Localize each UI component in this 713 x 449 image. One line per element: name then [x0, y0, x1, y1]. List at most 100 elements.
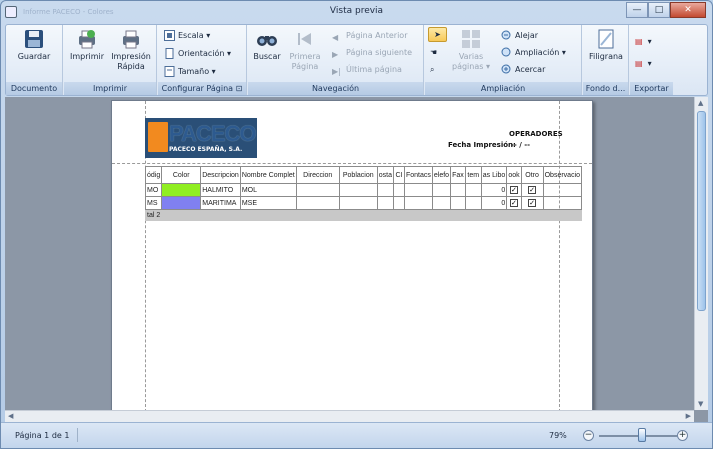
magnifier-tool-button[interactable]: ⌕	[430, 62, 434, 77]
next-page-button[interactable]: ▶ Página siguiente	[332, 45, 412, 60]
cell-nombre: MOL	[239, 183, 297, 197]
size-button[interactable]: Tamaño ▾	[164, 64, 216, 79]
quick-print-button[interactable]: Impresión Rápida	[109, 28, 153, 72]
horizontal-scrollbar[interactable]: ◀ ▶	[5, 410, 694, 422]
zoom-out-button[interactable]: Alejar	[501, 28, 538, 43]
checkbox-checked-icon: ✓	[528, 199, 537, 207]
cell-count: 0	[480, 183, 508, 197]
column-header: Direccion	[295, 166, 340, 184]
cell-empty	[450, 196, 466, 210]
search-label: Buscar	[253, 52, 281, 61]
report-page: PACECO PACECO ESPAÑA, S.A. OPERADORES Fe…	[111, 100, 593, 413]
cell-empty	[431, 196, 452, 210]
configurar-label-text: Configurar Página	[161, 84, 234, 93]
group-exportar: ▤ ▾ ▤ ▾ Exportar	[630, 25, 673, 95]
magnifier-icon: ⌕	[430, 65, 435, 74]
zoom-in-label: Acercar	[515, 65, 546, 74]
watermark-icon	[595, 28, 617, 50]
orientation-button[interactable]: Orientación ▾	[164, 46, 231, 61]
zoom-minus-button[interactable]: −	[583, 430, 594, 441]
export-pdf-button[interactable]: ▤ ▾	[635, 34, 652, 49]
export-file-button[interactable]: ▤ ▾	[635, 56, 652, 71]
chevron-down-icon: ▾	[559, 48, 566, 57]
save-label: Guardar	[17, 52, 51, 61]
previous-page-button[interactable]: ◀ Página Anterior	[332, 28, 407, 43]
cell-empty	[392, 196, 405, 210]
close-button[interactable]: ✕	[670, 2, 706, 18]
chevron-down-icon: ▾	[647, 37, 652, 46]
column-header: tem	[464, 166, 482, 184]
scroll-left-icon[interactable]: ◀	[8, 412, 13, 420]
cell-empty	[392, 183, 405, 197]
zoom-label: Ampliación	[515, 48, 560, 57]
group-configurar: Escala ▾ Orientación ▾ Tamaño ▾ Configur…	[158, 25, 247, 95]
header-margin-guide	[112, 163, 592, 164]
print-button[interactable]: Imprimir	[67, 28, 107, 62]
cell-color	[161, 183, 202, 197]
status-separator	[77, 428, 78, 442]
pdf-icon: ▤	[635, 37, 643, 46]
status-bar: Página 1 de 1 79% − +	[1, 422, 712, 448]
cell-descripcion: MARITIMA	[200, 196, 241, 210]
multiple-pages-button[interactable]: Varias páginas ▾	[451, 28, 491, 72]
orientation-icon	[164, 48, 175, 59]
company-logo: PACECO PACECO ESPAÑA, S.A.	[145, 118, 257, 158]
zoom-slider-thumb[interactable]	[637, 428, 646, 442]
scroll-up-icon[interactable]: ▲	[698, 99, 703, 107]
binoculars-icon	[256, 28, 278, 50]
scale-button[interactable]: Escala ▾	[164, 28, 210, 43]
multiple-pages-label-line1: Varias	[458, 52, 484, 61]
scale-icon	[164, 30, 175, 41]
cell-empty	[464, 183, 482, 197]
group-documento: Guardar Documento	[6, 25, 63, 95]
print-date-value: -- / --	[511, 141, 531, 149]
zoom-button[interactable]: Ampliación ▾	[501, 45, 566, 60]
column-header: Fontacs	[403, 166, 433, 184]
preview-area[interactable]: PACECO PACECO ESPAÑA, S.A. OPERADORES Fe…	[5, 97, 708, 422]
column-header: elefo	[431, 166, 452, 184]
last-page-button[interactable]: ▶| Última página	[332, 62, 402, 77]
printer-settings-icon	[76, 28, 98, 50]
dialog-launcher-icon[interactable]: ⊡	[236, 84, 243, 93]
title-bar: Informe PACECO - Colores Vista previa — …	[1, 1, 712, 23]
group-label-imprimir: Imprimir	[64, 82, 156, 95]
vertical-scroll-thumb[interactable]	[697, 111, 706, 311]
zoom-in-button[interactable]: Acercar	[501, 62, 545, 77]
group-label-fondo: Fondo d...	[583, 82, 628, 95]
first-page-button[interactable]: Primera Página	[287, 28, 323, 72]
printer-icon	[120, 28, 142, 50]
cell-empty	[295, 183, 340, 197]
pointer-tool-button[interactable]: ➤	[428, 27, 447, 42]
cell-empty	[403, 183, 433, 197]
search-button[interactable]: Buscar	[250, 28, 284, 62]
column-header: osta	[376, 166, 394, 184]
pdf-file-icon: ▤	[635, 59, 643, 68]
cell-empty	[450, 183, 466, 197]
group-label-documento: Documento	[6, 82, 62, 95]
previous-page-label: Página Anterior	[346, 31, 408, 40]
watermark-button[interactable]: Filigrana	[585, 28, 627, 62]
column-header: Poblacion	[338, 166, 378, 184]
cell-empty	[295, 196, 340, 210]
zoom-in-icon	[501, 64, 512, 75]
scale-label: Escala	[178, 31, 204, 40]
save-button[interactable]: Guardar	[14, 28, 54, 62]
minimize-button[interactable]: —	[626, 2, 648, 18]
hand-tool-button[interactable]: ☚	[430, 45, 437, 60]
vertical-scrollbar[interactable]: ▲ ▼	[694, 97, 708, 410]
scroll-down-icon[interactable]: ▼	[698, 400, 703, 408]
report-table: ódig Color Descripcion Nombre Complet Direcc…	[144, 166, 583, 221]
zoom-plus-button[interactable]: +	[677, 430, 688, 441]
cell-empty	[338, 196, 378, 210]
maximize-button[interactable]: □	[648, 2, 670, 18]
preview-window: Informe PACECO - Colores Vista previa — …	[0, 0, 713, 449]
scroll-right-icon[interactable]: ▶	[686, 412, 691, 420]
table-row: MS MARITIMA MSE 0 ✓ ✓	[144, 196, 583, 210]
column-header: ook	[506, 166, 522, 184]
cell-empty	[464, 196, 482, 210]
chevron-down-icon: ▾	[209, 67, 216, 76]
multiple-pages-label-text: páginas	[452, 62, 484, 71]
last-page-label: Última página	[346, 65, 402, 74]
checkbox-checked-icon: ✓	[509, 199, 518, 207]
cell-nombre: MSE	[239, 196, 297, 210]
